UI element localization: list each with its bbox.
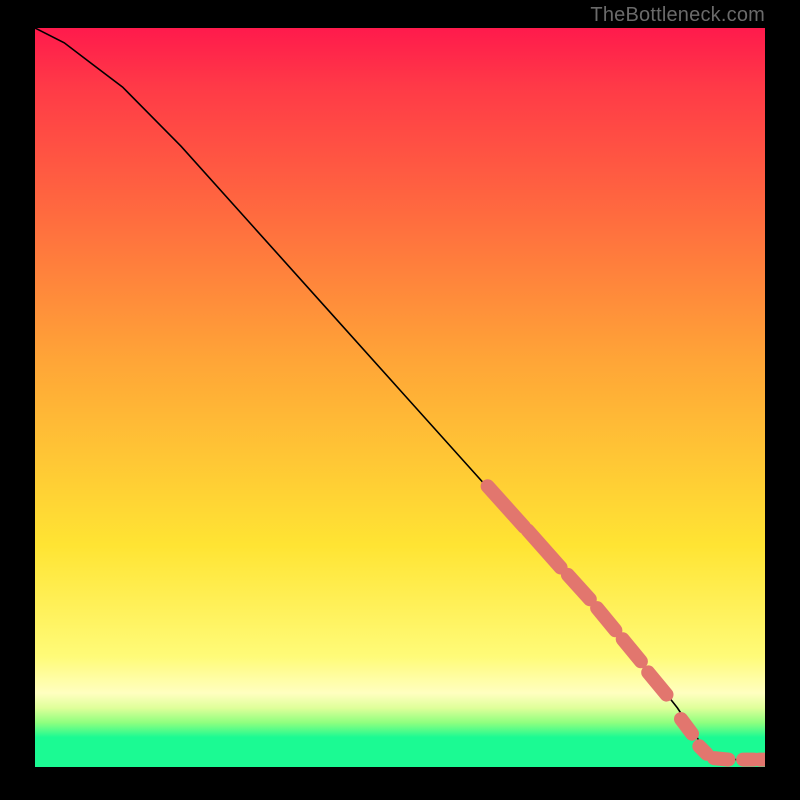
chart-frame: TheBottleneck.com <box>0 0 800 800</box>
dash-segment <box>528 531 561 568</box>
dash-segment <box>488 486 524 527</box>
dash-segment <box>714 758 729 760</box>
plot-area <box>35 28 765 767</box>
dash-segment <box>623 639 641 661</box>
dash-segment <box>699 746 706 753</box>
dash-segment <box>597 608 615 630</box>
dash-segment <box>648 672 666 694</box>
dash-segment <box>568 575 590 599</box>
attribution-text: TheBottleneck.com <box>590 4 765 27</box>
chart-svg <box>35 28 765 767</box>
curve-line <box>35 28 765 760</box>
dash-segment <box>681 719 692 734</box>
